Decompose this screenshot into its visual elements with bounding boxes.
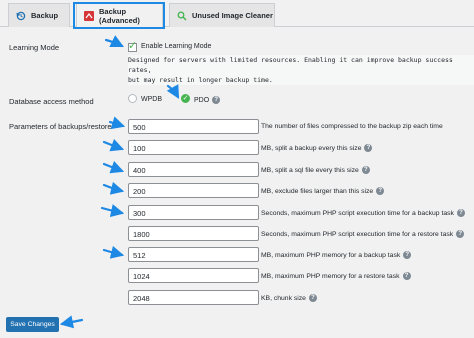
desc-text: MB, maximum PHP memory for a backup task	[261, 251, 401, 259]
radio-pdo[interactable]: ✓	[181, 94, 190, 103]
learning-mode-note-line: but may result in longer backup time.	[128, 76, 273, 84]
tab-bar: Backup Backup (Advanced) Unused Image Cl…	[0, 0, 474, 28]
split-sql-size-desc: MB, split a sql file every this size?	[261, 166, 370, 174]
radio-pdo-label: PDO?	[194, 96, 221, 104]
learning-mode-label: Learning Mode	[9, 43, 60, 52]
params-label: Parameters of backups/restore	[9, 122, 112, 131]
checkmark-icon: ✓	[128, 40, 138, 52]
db-access-label: Database access method	[9, 97, 94, 106]
tab-label: Backup	[31, 11, 59, 20]
arrow-exclude	[102, 181, 125, 195]
radio-pdo-text: PDO	[194, 96, 210, 104]
restore-memory-desc: MB, maximum PHP memory for a restore tas…	[261, 272, 411, 280]
restore-exec-time-input[interactable]: 1800	[128, 226, 259, 241]
enable-learning-mode-label: Enable Learning Mode	[141, 43, 212, 50]
arrow-split-backup	[102, 138, 125, 152]
backup-exec-time-desc: Seconds, maximum PHP script execution ti…	[261, 209, 465, 217]
desc-text: MB, exclude files larger than this size	[261, 187, 374, 195]
arrow-pdo	[166, 84, 180, 99]
arrow-backup-time	[100, 204, 125, 218]
backup-restore-icon	[16, 11, 26, 21]
split-backup-size-desc: MB, split a backup every this size?	[261, 144, 373, 152]
red-advanced-icon	[84, 11, 94, 21]
chunk-size-input[interactable]: 2048	[128, 290, 259, 305]
arrow-backup-memory	[102, 245, 125, 259]
desc-text: MB, maximum PHP memory for a restore tas…	[261, 272, 400, 280]
help-icon[interactable]: ?	[456, 209, 465, 217]
backup-memory-desc: MB, maximum PHP memory for a backup task…	[261, 251, 412, 259]
restore-memory-input[interactable]: 1024	[128, 268, 259, 283]
help-icon[interactable]: ?	[376, 187, 385, 195]
tab-label: Backup (Advanced)	[99, 7, 140, 25]
files-per-zip-input[interactable]: 500	[128, 119, 259, 134]
help-icon[interactable]: ?	[308, 294, 317, 302]
desc-text: Seconds, maximum PHP script execution ti…	[261, 209, 454, 217]
exclude-large-files-desc: MB, exclude files larger than this size?	[261, 187, 385, 195]
restore-exec-time-desc: Seconds, maximum PHP script execution ti…	[261, 230, 465, 238]
learning-mode-note: Designed for servers with limited resour…	[128, 55, 474, 85]
help-icon[interactable]: ?	[212, 96, 221, 104]
help-icon[interactable]: ?	[456, 230, 465, 238]
tab-backup-advanced[interactable]: Backup (Advanced)	[76, 3, 163, 28]
tab-unused-image-cleaner[interactable]: Unused Image Cleaner	[169, 3, 275, 27]
split-sql-size-input[interactable]: 400	[128, 162, 259, 177]
help-icon[interactable]: ?	[402, 272, 411, 280]
help-icon[interactable]: ?	[403, 251, 412, 259]
desc-text: KB, chunk size	[261, 294, 306, 302]
arrow-learning-mode	[104, 35, 124, 48]
backup-exec-time-input[interactable]: 300	[128, 205, 259, 220]
files-per-zip-desc: The number of files compressed to the ba…	[261, 123, 443, 130]
radio-wpdb-label: WPDB	[141, 96, 162, 103]
desc-text: MB, split a backup every this size	[261, 144, 362, 152]
save-changes-button[interactable]: Save Changes	[6, 317, 59, 332]
tab-label: Unused Image Cleaner	[192, 11, 273, 20]
help-icon[interactable]: ?	[361, 166, 370, 174]
exclude-large-files-input[interactable]: 200	[128, 183, 259, 198]
split-backup-size-input[interactable]: 100	[128, 140, 259, 155]
arrow-save	[59, 315, 84, 329]
tab-backup[interactable]: Backup	[8, 3, 70, 27]
magnifier-icon	[177, 11, 187, 21]
learning-mode-note-line: Designed for servers with limited resour…	[128, 56, 453, 74]
chunk-size-desc: KB, chunk size?	[261, 294, 317, 302]
arrow-params	[108, 116, 126, 130]
radio-wpdb[interactable]	[128, 94, 137, 103]
backup-memory-input[interactable]: 512	[128, 247, 259, 262]
help-icon[interactable]: ?	[364, 144, 373, 152]
desc-text: MB, split a sql file every this size	[261, 166, 359, 174]
desc-text: Seconds, maximum PHP script execution ti…	[261, 230, 454, 238]
arrow-split-sql	[102, 160, 125, 174]
